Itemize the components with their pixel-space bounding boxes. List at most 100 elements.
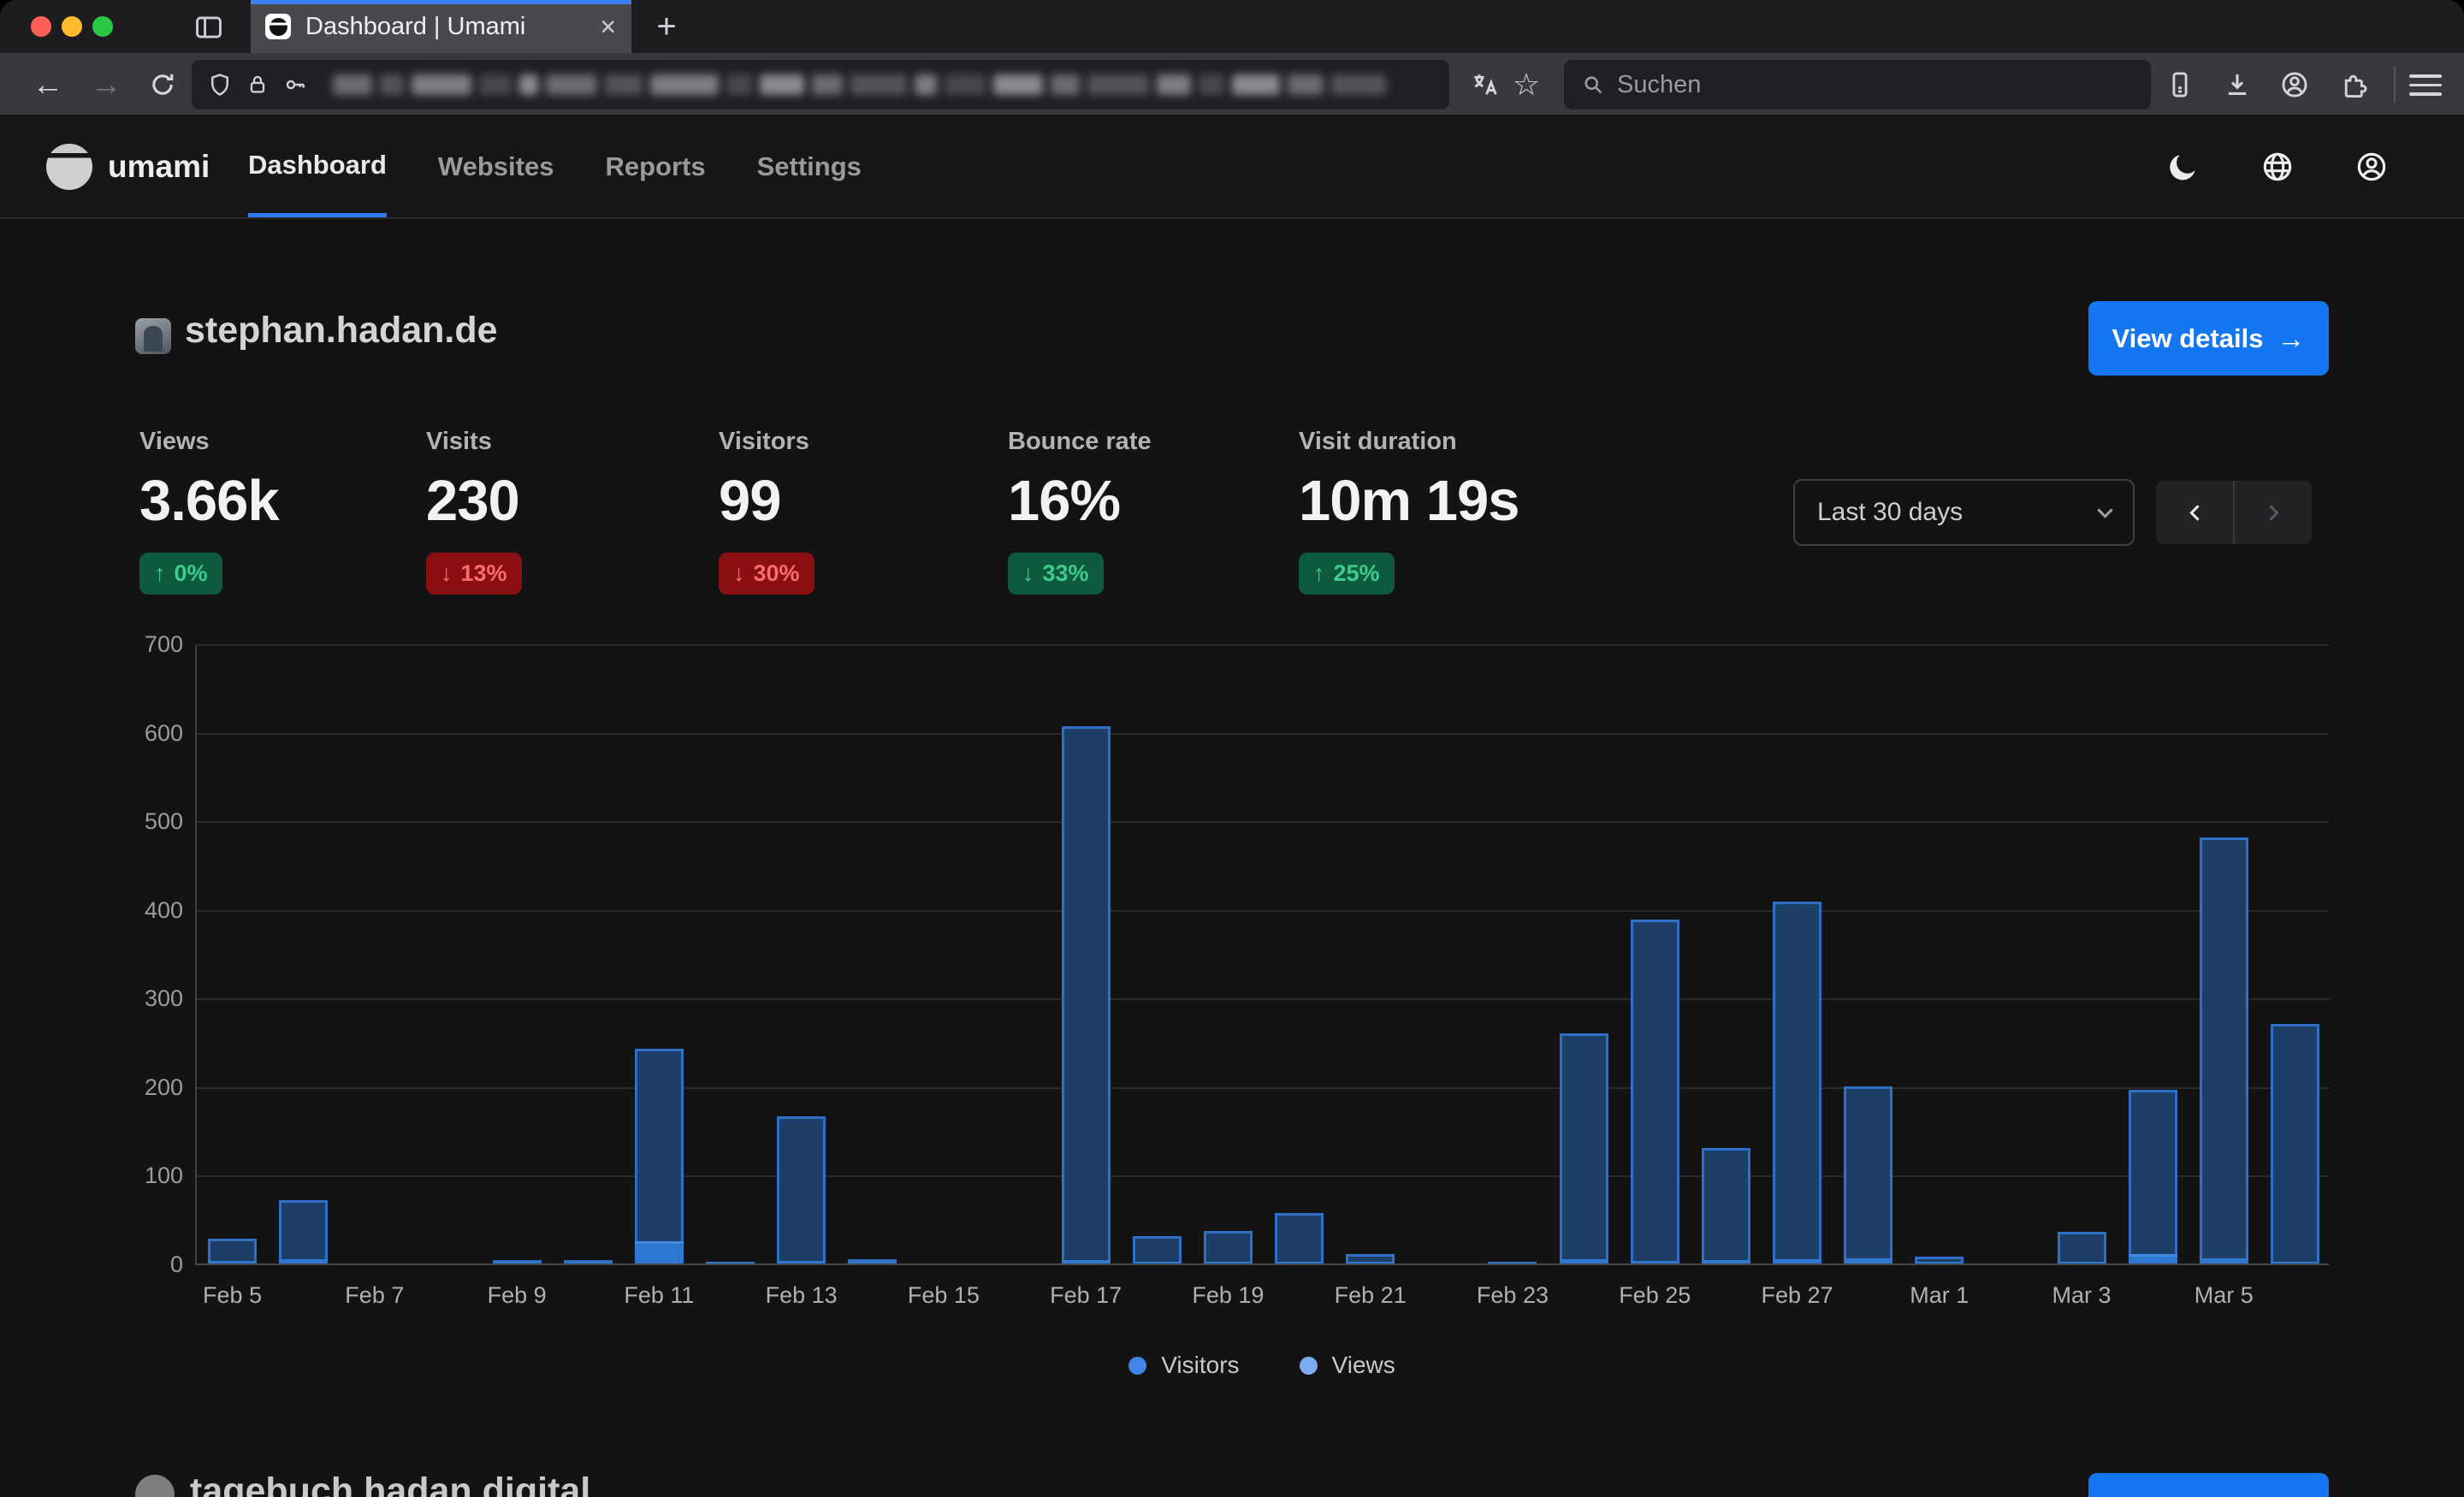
tabs-device-icon[interactable]	[2159, 53, 2200, 116]
nav-item-websites[interactable]: Websites	[438, 116, 554, 217]
nav-item-dashboard[interactable]: Dashboard	[248, 116, 387, 217]
x-axis-tick-label: Feb 21	[1335, 1282, 1407, 1309]
legend-item-visitors[interactable]: Visitors	[1128, 1352, 1239, 1379]
date-range-label: Last 30 days	[1817, 498, 1963, 527]
language-globe-icon[interactable]	[2259, 148, 2296, 186]
change-value: 30%	[754, 560, 800, 587]
url-bar[interactable]	[192, 60, 1449, 109]
theme-moon-icon[interactable]	[2165, 148, 2202, 186]
views-bar	[208, 1239, 257, 1263]
tab-bar: Dashboard | Umami × +	[0, 0, 2464, 53]
date-pager	[2156, 481, 2312, 544]
translate-icon[interactable]	[1465, 53, 1506, 116]
back-button[interactable]: ←	[24, 53, 72, 116]
metric-label: Visits	[426, 428, 522, 456]
x-axis-tick-label: Feb 15	[908, 1282, 980, 1309]
bookmark-star-icon[interactable]: ☆	[1506, 53, 1547, 116]
window-zoom-button[interactable]	[92, 16, 113, 37]
visitors-bar	[1204, 1262, 1253, 1263]
prev-period-button[interactable]	[2156, 481, 2233, 544]
visitors-bar	[2129, 1254, 2177, 1263]
views-bar	[2271, 1024, 2319, 1263]
x-axis-tick-label: Feb 17	[1050, 1282, 1122, 1309]
metric-visitors: Visitors 99 ↓ 30%	[719, 428, 814, 595]
views-bar	[2058, 1232, 2106, 1263]
extensions-icon[interactable]	[2333, 53, 2374, 116]
view-details-label: View details	[2112, 323, 2264, 354]
menu-icon[interactable]	[2409, 74, 2442, 96]
date-range-dropdown[interactable]: Last 30 days	[1793, 479, 2135, 546]
legend-label: Visitors	[1161, 1352, 1239, 1379]
next-website-avatar	[135, 1475, 175, 1497]
sidebar-toggle-icon[interactable]	[190, 10, 228, 44]
shield-icon[interactable]	[207, 72, 233, 98]
views-bar	[1062, 726, 1111, 1263]
browser-tab[interactable]: Dashboard | Umami ×	[251, 0, 631, 53]
tab-close-icon[interactable]: ×	[600, 0, 616, 53]
views-dot-icon	[1300, 1357, 1318, 1375]
views-bar	[1275, 1213, 1324, 1263]
x-axis-tick-label: Mar 5	[2194, 1282, 2254, 1309]
visitors-bar	[1062, 1260, 1111, 1263]
next-period-button[interactable]	[2235, 481, 2312, 544]
views-bar	[1702, 1148, 1750, 1263]
metric-value: 3.66k	[139, 468, 279, 534]
gridline	[197, 1087, 2329, 1089]
y-axis-tick-label: 300	[104, 985, 183, 1012]
profile-icon[interactable]	[2353, 148, 2390, 186]
y-axis-tick-label: 100	[104, 1163, 183, 1189]
change-badge: ↑ 25%	[1299, 553, 1395, 595]
x-axis-tick-label: Feb 11	[624, 1282, 694, 1309]
gridline	[197, 998, 2329, 1000]
visitors-bar	[1702, 1260, 1750, 1263]
visitors-bar	[2200, 1258, 2248, 1263]
downloads-icon[interactable]	[2217, 53, 2258, 116]
visitors-bar	[279, 1259, 328, 1263]
y-axis-tick-label: 200	[104, 1074, 183, 1101]
blurred-url-text	[333, 74, 1386, 95]
gridline	[197, 1175, 2329, 1177]
key-icon[interactable]	[282, 72, 308, 98]
lock-icon[interactable]	[246, 73, 270, 97]
window-close-button[interactable]	[31, 16, 51, 37]
search-bar[interactable]: Suchen	[1564, 60, 2151, 109]
chart-legend: Visitors Views	[195, 1352, 2329, 1379]
change-value: 0%	[175, 560, 208, 587]
reload-button[interactable]	[139, 53, 187, 116]
views-bar	[1844, 1086, 1892, 1263]
x-axis-tick-label: Feb 25	[1619, 1282, 1691, 1309]
window-minimize-button[interactable]	[62, 16, 82, 37]
brand[interactable]: umami	[46, 116, 210, 217]
x-axis-tick-label: Feb 7	[345, 1282, 404, 1309]
new-tab-button[interactable]: +	[647, 7, 686, 46]
x-axis-tick-label: Feb 27	[1761, 1282, 1833, 1309]
next-view-details-button[interactable]: View details →	[2088, 1473, 2329, 1497]
metric-label: Visit duration	[1299, 428, 1519, 456]
nav-item-settings[interactable]: Settings	[757, 116, 862, 217]
views-bar	[1204, 1231, 1253, 1263]
x-axis-tick-label: Feb 9	[488, 1282, 547, 1309]
nav-item-reports[interactable]: Reports	[605, 116, 705, 217]
change-badge: ↓ 13%	[426, 553, 522, 595]
browser-window: Dashboard | Umami × + ← →	[0, 0, 2464, 1497]
view-details-button[interactable]: View details →	[2088, 301, 2329, 376]
views-bar	[1560, 1033, 1608, 1263]
visitors-bar	[1631, 1261, 1679, 1263]
visitors-bar	[493, 1262, 542, 1263]
account-icon[interactable]	[2274, 53, 2315, 116]
visitors-bar	[1773, 1259, 1821, 1263]
views-bar	[1133, 1236, 1182, 1263]
change-value: 25%	[1334, 560, 1380, 587]
x-axis-tick-label: Feb 19	[1192, 1282, 1264, 1309]
views-bar	[777, 1116, 826, 1263]
search-placeholder: Suchen	[1617, 71, 1701, 99]
views-bar	[1631, 920, 1679, 1263]
legend-item-views[interactable]: Views	[1300, 1352, 1395, 1379]
views-bar	[279, 1200, 328, 1263]
metric-visits: Visits 230 ↓ 13%	[426, 428, 522, 595]
y-axis-tick-label: 0	[104, 1251, 183, 1278]
y-axis-tick-label: 600	[104, 720, 183, 747]
visitors-bar	[2271, 1262, 2319, 1263]
forward-button[interactable]: →	[82, 53, 130, 116]
chevron-down-icon	[2097, 502, 2112, 518]
